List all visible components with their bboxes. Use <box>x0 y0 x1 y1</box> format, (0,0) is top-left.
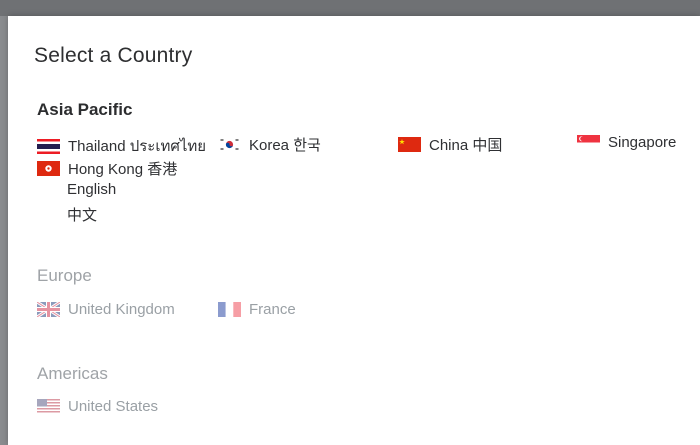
region-title-americas: Americas <box>37 364 108 383</box>
page-backdrop <box>0 0 700 16</box>
region-title-europe: Europe <box>37 266 92 285</box>
hong-kong-language-chinese[interactable]: 中文 <box>67 204 97 225</box>
country-china[interactable]: China 中国 <box>398 134 502 155</box>
united-kingdom-flag-icon <box>37 302 60 317</box>
country-france[interactable]: France <box>218 301 296 318</box>
singapore-flag-icon <box>577 135 600 150</box>
country-singapore[interactable]: Singapore <box>577 134 676 151</box>
country-label: United States <box>68 398 159 415</box>
country-thailand[interactable]: Thailand ประเทศไทย <box>37 134 206 158</box>
country-korea[interactable]: Korea 한국 <box>218 134 321 155</box>
country-selector-modal: Select a Country Asia Pacific Thailand ป… <box>8 16 700 445</box>
country-label: Hong Kong 香港 <box>68 161 178 178</box>
country-hong-kong[interactable]: Hong Kong 香港 <box>37 158 177 179</box>
france-flag-icon <box>218 302 241 317</box>
united-states-flag-icon <box>37 399 60 414</box>
dialog-title: Select a Country <box>34 44 193 67</box>
country-label: Singapore <box>608 134 677 151</box>
thailand-flag-icon <box>37 138 60 154</box>
korea-flag-icon <box>218 137 241 152</box>
country-label: United Kingdom <box>68 301 175 318</box>
hong-kong-language-english[interactable]: English <box>67 181 116 198</box>
region-title-asia-pacific: Asia Pacific <box>37 100 133 119</box>
country-label: Thailand ประเทศไทย <box>68 138 207 155</box>
hong-kong-flag-icon <box>37 161 60 176</box>
country-united-states[interactable]: United States <box>37 398 158 415</box>
country-label: Korea 한국 <box>249 137 321 154</box>
country-united-kingdom[interactable]: United Kingdom <box>37 301 175 318</box>
country-label: China 中国 <box>429 137 503 154</box>
country-label: France <box>249 301 296 318</box>
page-backdrop-edge <box>0 16 8 445</box>
china-flag-icon <box>398 137 421 152</box>
